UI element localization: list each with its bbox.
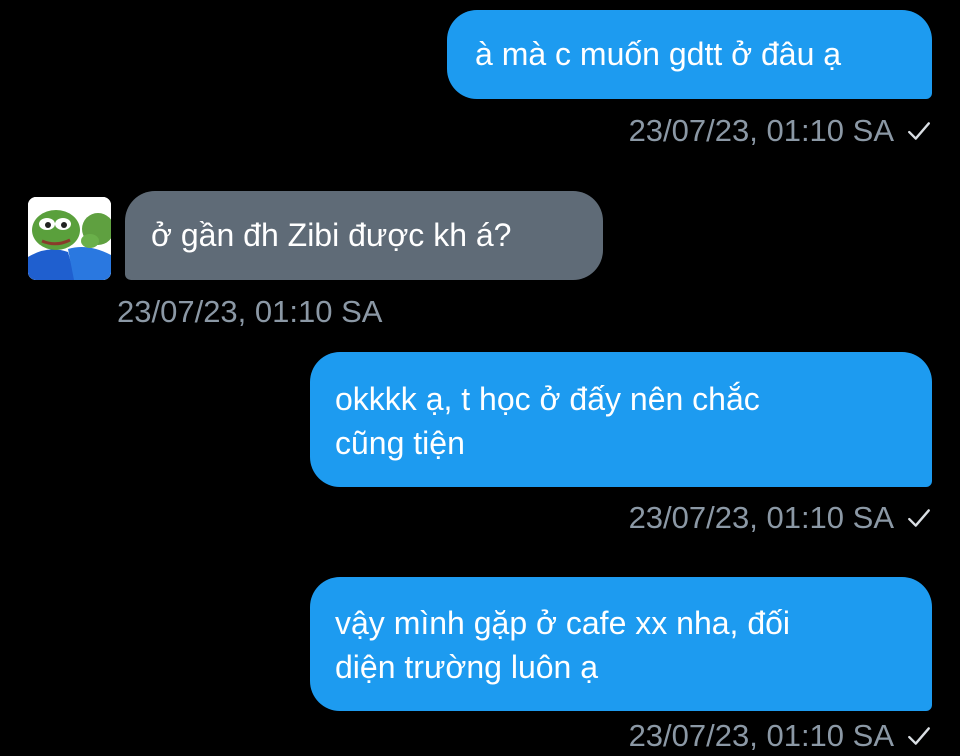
message-timestamp: 23/07/23, 01:10 SA [117,292,382,332]
pepe-avatar [28,197,111,280]
message-timestamp: 23/07/23, 01:10 SA [629,111,932,151]
check-icon [908,509,930,527]
check-icon [908,122,930,140]
message-bubble-outgoing[interactable]: okkkk ạ, t học ở đấy nên chắc cũng tiện [310,352,932,487]
timestamp-text: 23/07/23, 01:10 SA [628,718,894,753]
timestamp-text: 23/07/23, 01:10 SA [117,294,383,329]
check-icon [908,727,930,745]
message-bubble-outgoing[interactable]: à mà c muốn gdtt ở đâu ạ [447,10,932,99]
timestamp-text: 23/07/23, 01:10 SA [628,500,894,535]
message-bubble-incoming[interactable]: ở gần đh Zibi được kh á? [125,191,603,280]
message-timestamp: 23/07/23, 01:10 SA [629,716,932,756]
message-bubble-outgoing[interactable]: vậy mình gặp ở cafe xx nha, đối diện trư… [310,577,932,711]
message-timestamp: 23/07/23, 01:10 SA [629,498,932,538]
timestamp-text: 23/07/23, 01:10 SA [628,113,894,148]
contact-avatar[interactable] [28,197,111,280]
